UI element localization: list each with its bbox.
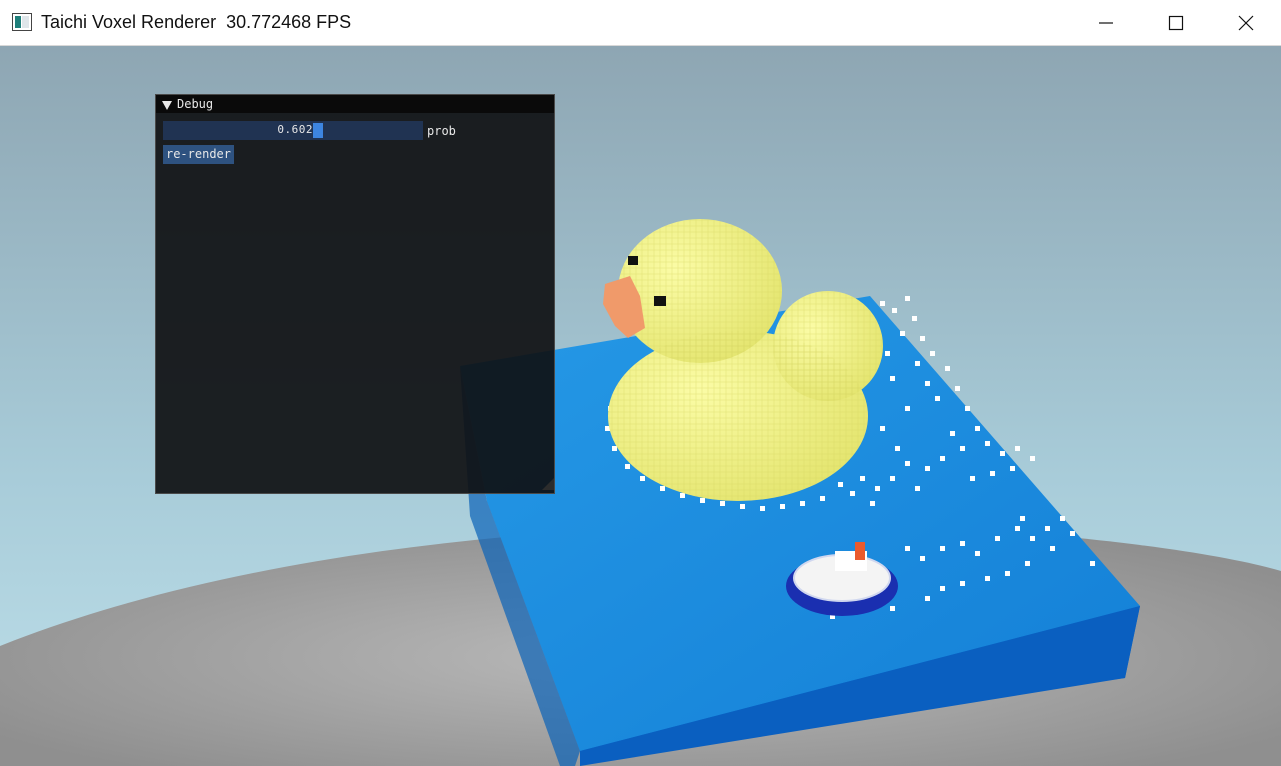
minimize-button[interactable] bbox=[1071, 0, 1141, 46]
debug-panel[interactable]: Debug 0.602 prob re-render bbox=[155, 94, 555, 494]
collapse-arrow-icon[interactable] bbox=[162, 99, 172, 113]
render-viewport[interactable]: Debug 0.602 prob re-render bbox=[0, 46, 1281, 766]
panel-title: Debug bbox=[177, 97, 214, 111]
title-bar: Taichi Voxel Renderer 30.772468 FPS bbox=[0, 0, 1281, 46]
prob-slider[interactable]: 0.602 bbox=[163, 121, 423, 140]
boat-chimney bbox=[855, 542, 865, 560]
app-icon bbox=[12, 13, 32, 31]
maximize-icon bbox=[1168, 15, 1184, 31]
minimize-icon bbox=[1099, 22, 1113, 24]
panel-header[interactable]: Debug bbox=[156, 95, 554, 113]
slider-label: prob bbox=[427, 124, 456, 138]
window-title: Taichi Voxel Renderer 30.772468 FPS bbox=[41, 12, 352, 32]
rerender-button[interactable]: re-render bbox=[163, 145, 234, 164]
duck-eye bbox=[654, 296, 666, 306]
close-icon bbox=[1238, 15, 1254, 31]
close-button[interactable] bbox=[1211, 0, 1281, 46]
slider-grab-handle[interactable] bbox=[313, 123, 323, 138]
slider-value: 0.602 bbox=[277, 123, 313, 136]
maximize-button[interactable] bbox=[1141, 0, 1211, 46]
resize-grip-icon[interactable] bbox=[542, 478, 554, 493]
